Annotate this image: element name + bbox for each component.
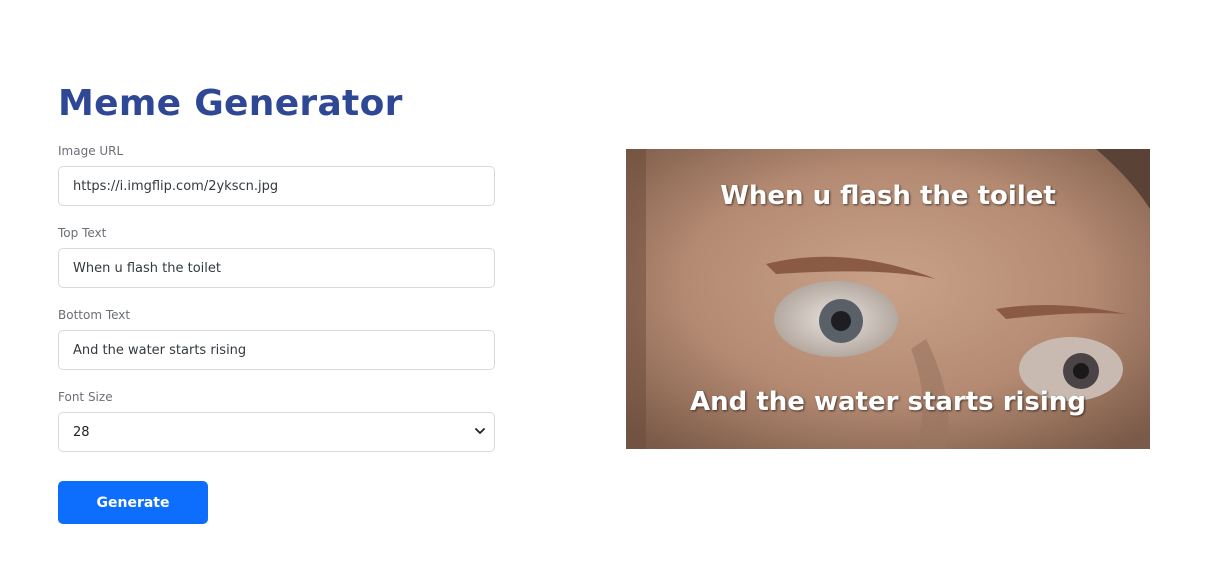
meme-generator-page: Meme Generator Image URL Top Text Bottom… [0,0,1211,575]
bottom-text-field: Bottom Text [58,307,495,370]
top-text-input[interactable] [58,248,495,288]
font-size-select-wrapper: 28 [58,412,495,452]
meme-preview: When u flash the toilet And the water st… [626,149,1150,449]
page-title: Meme Generator [58,83,403,124]
image-url-field: Image URL [58,143,495,206]
top-text-field: Top Text [58,225,495,288]
font-size-select[interactable]: 28 [58,412,495,452]
image-url-input[interactable] [58,166,495,206]
bottom-text-input[interactable] [58,330,495,370]
generate-button[interactable]: Generate [58,481,208,524]
meme-top-text: When u flash the toilet [720,181,1056,211]
top-text-label: Top Text [58,226,107,240]
font-size-field: Font Size 28 [58,389,495,452]
bottom-text-label: Bottom Text [58,308,131,322]
meme-bottom-text: And the water starts rising [690,387,1086,417]
font-size-label: Font Size [58,390,113,404]
image-url-label: Image URL [58,144,124,158]
meme-form: Image URL Top Text Bottom Text Font Size… [58,143,495,477]
